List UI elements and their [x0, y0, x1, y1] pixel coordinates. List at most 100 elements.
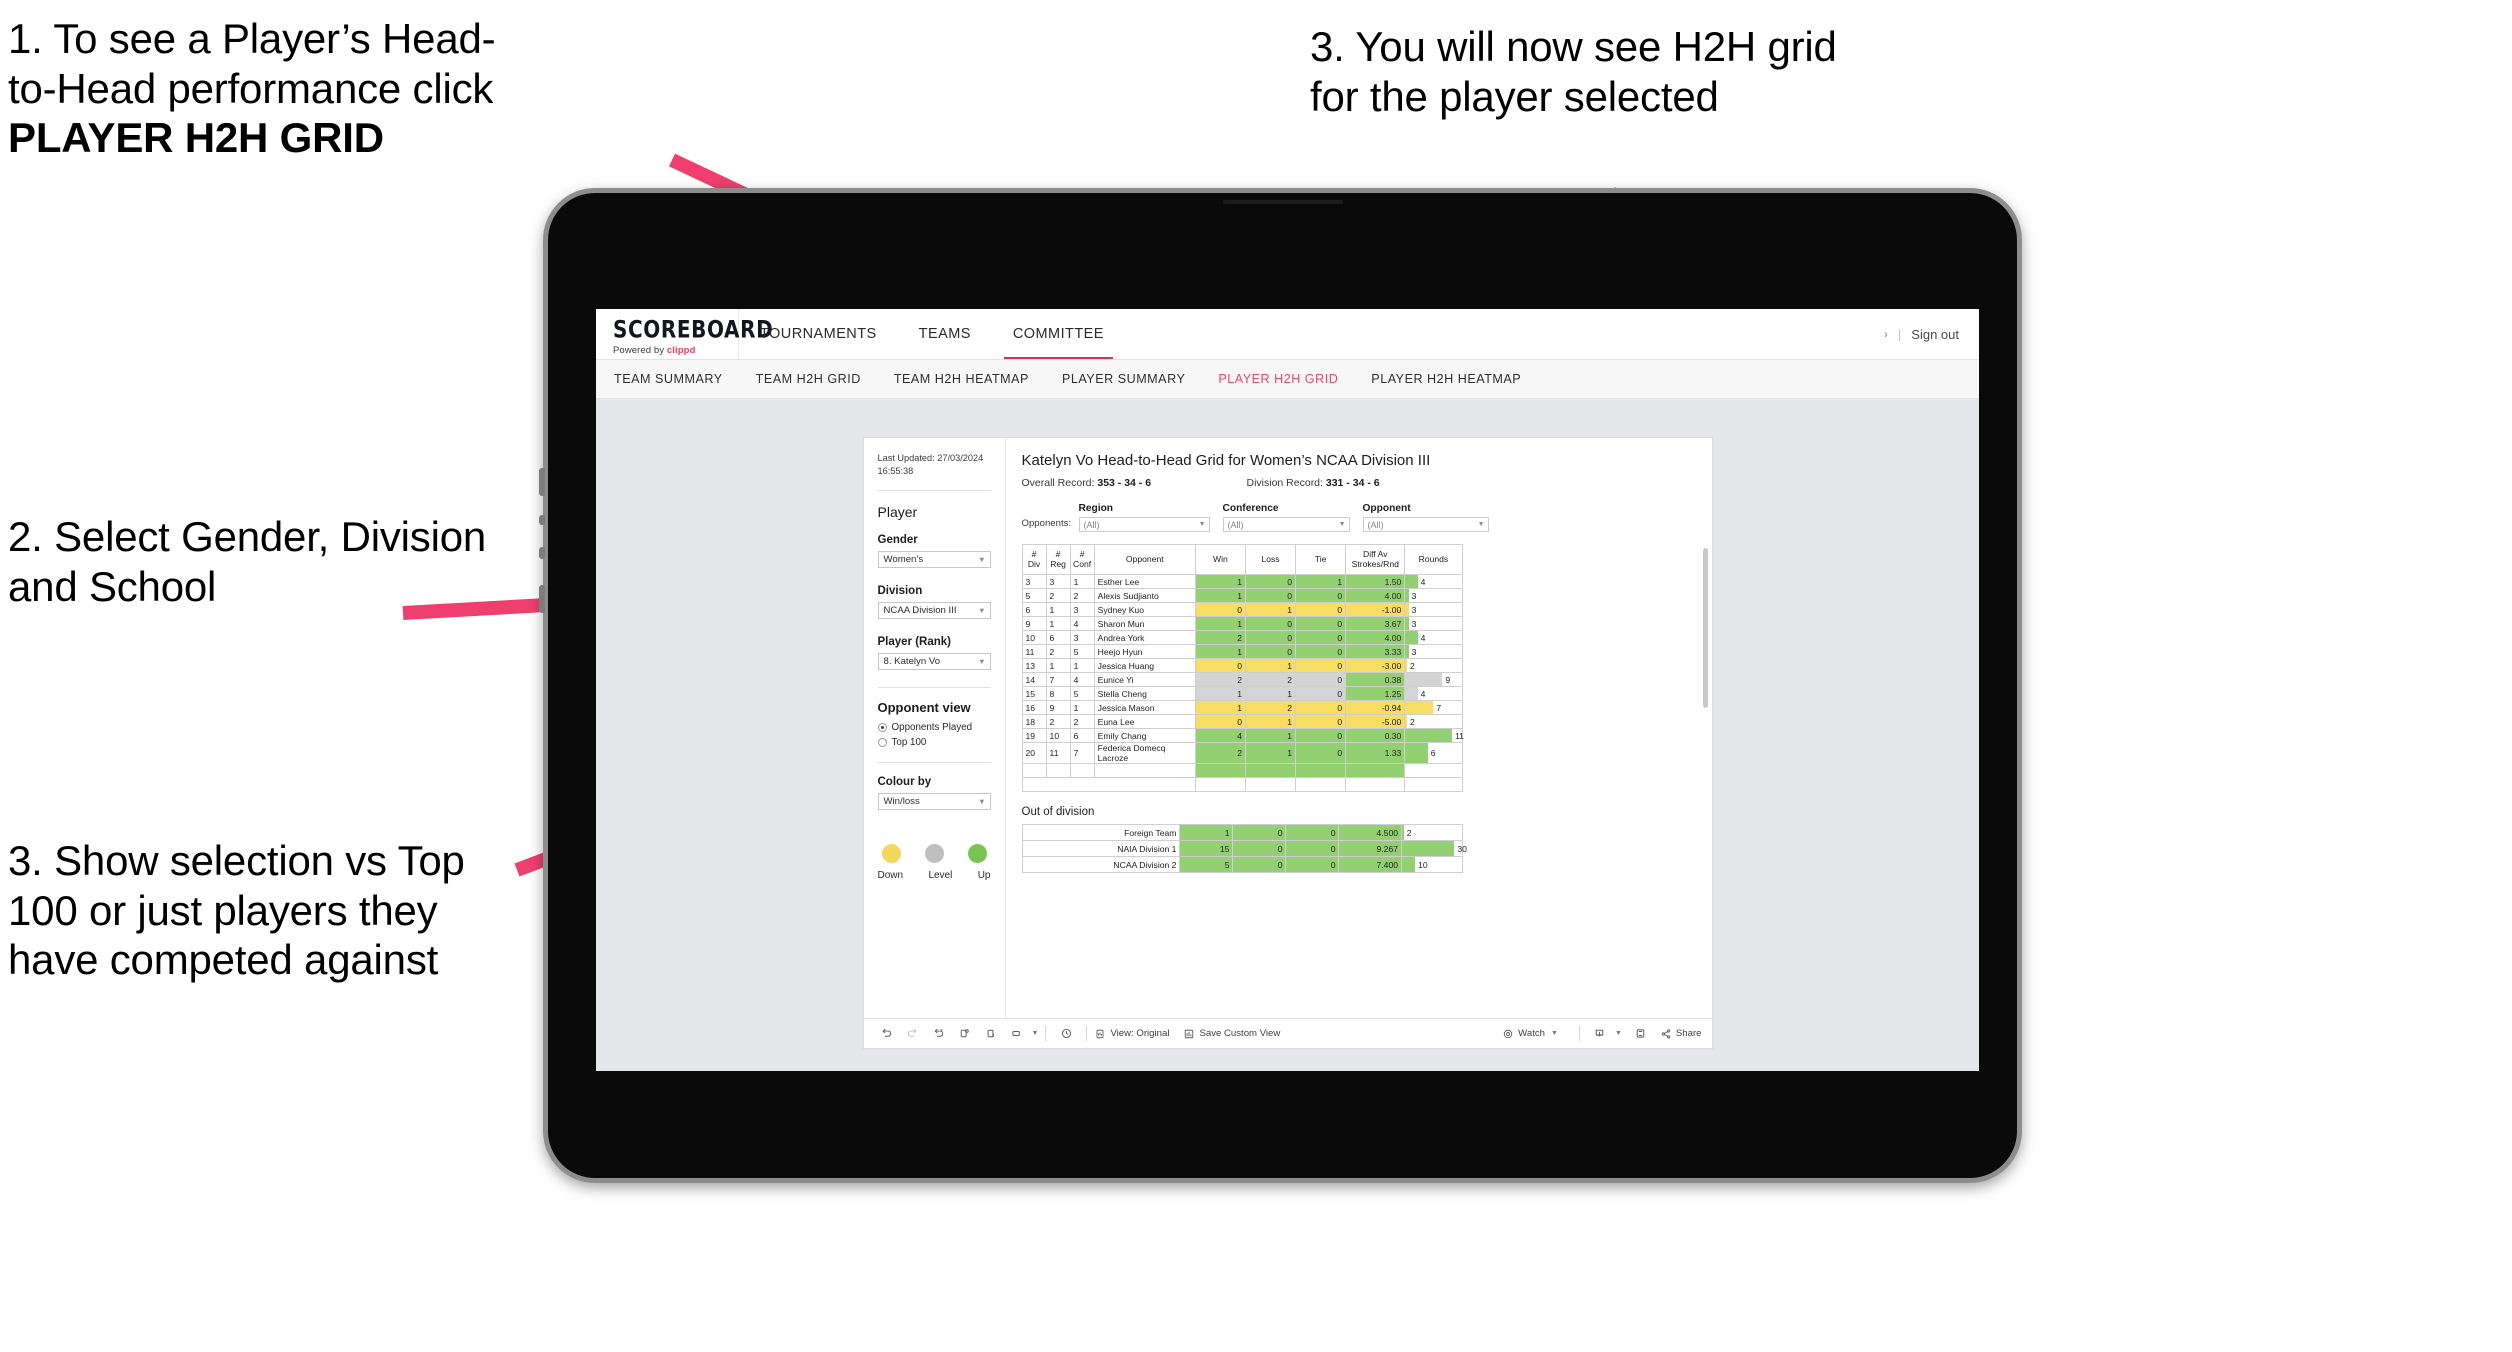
radio-opponents-played[interactable]: Opponents Played — [877, 722, 991, 733]
nav-item-teams[interactable]: TEAMS — [898, 309, 992, 359]
col-header-tie[interactable]: Tie — [1295, 544, 1347, 575]
cell-rounds: 3 — [1404, 644, 1463, 659]
tab-player-summary[interactable]: PLAYER SUMMARY — [1062, 372, 1185, 386]
rounds-value: 3 — [1411, 604, 1417, 615]
device-button-power[interactable] — [539, 468, 545, 496]
save-custom-view-button[interactable]: Save Custom View — [1183, 1028, 1280, 1040]
watch-button[interactable]: Watch ▼ — [1502, 1028, 1558, 1040]
cell-conf: 2 — [1069, 588, 1095, 603]
tab-team-h2h-grid[interactable]: TEAM H2H GRID — [756, 372, 861, 386]
tablet-screen: SCOREBOARD Powered by clippd TOURNAMENTS… — [596, 309, 1979, 1071]
nav-item-committee[interactable]: COMMITTEE — [992, 309, 1125, 359]
filter-conference-select[interactable]: (All) ▼ — [1222, 517, 1350, 532]
division-select[interactable]: NCAA Division III ▼ — [877, 601, 991, 619]
tab-team-summary[interactable]: TEAM SUMMARY — [614, 372, 723, 386]
cell-win: 0 — [1194, 658, 1246, 673]
out-of-division-row[interactable]: NCAA Division 2 5 0 0 7.400 10 — [1021, 856, 1463, 873]
table-row[interactable]: 11 2 5 Heejo Hyun 1 0 0 3.33 3 — [1021, 644, 1463, 659]
dashboard-canvas: Last Updated: 27/03/2024 16:55:38 Player… — [596, 399, 1979, 1049]
col-header-rounds[interactable]: Rounds — [1404, 544, 1463, 575]
table-row[interactable]: 13 1 1 Jessica Huang 0 1 0 -3.00 2 — [1021, 658, 1463, 673]
gender-select[interactable]: Women’s ▼ — [877, 550, 991, 568]
cell-win: 1 — [1194, 686, 1246, 701]
chevron-down-icon[interactable]: ▼ — [1032, 1030, 1039, 1037]
device-button-extra[interactable] — [539, 585, 545, 613]
table-row[interactable]: 20 11 7 Federica Domecq Lacroze 2 1 0 1.33 6 — [1021, 742, 1463, 764]
table-row-blank — [1021, 777, 1463, 792]
colour-by-value: Win/loss — [883, 795, 920, 807]
filter-region-select[interactable]: (All) ▼ — [1078, 517, 1210, 532]
cell-win: 2 — [1194, 672, 1246, 687]
share-button[interactable]: Share — [1660, 1028, 1702, 1040]
rounds-value: 7 — [1436, 702, 1442, 713]
table-row[interactable]: 14 7 4 Eunice Yi 2 2 0 0.38 9 — [1021, 672, 1463, 687]
refresh-icon[interactable] — [952, 1019, 978, 1049]
col-header-diff[interactable]: Diff Av Strokes/Rnd — [1345, 544, 1406, 575]
undo-icon[interactable] — [874, 1019, 900, 1049]
table-row[interactable]: 18 2 2 Euna Lee 0 1 0 -5.00 2 — [1021, 714, 1463, 729]
overall-record-label: Overall Record: — [1021, 477, 1098, 489]
cell-conf: 1 — [1069, 574, 1095, 589]
toolbar-divider-3 — [1578, 1026, 1580, 1041]
table-row[interactable]: 5 2 2 Alexis Sudjianto 1 0 0 4.00 3 — [1021, 588, 1463, 603]
table-row[interactable]: 6 1 3 Sydney Kuo 0 1 0 -1.00 3 — [1021, 602, 1463, 617]
last-updated-label: Last Updated: 27/03/2024 16:55:38 — [877, 453, 984, 477]
redo-icon[interactable] — [900, 1019, 926, 1049]
col-header-div[interactable]: # Div — [1021, 544, 1047, 575]
annotation-step-1: 1. To see a Player’s Head- to-Head perfo… — [8, 14, 753, 163]
brand-logo[interactable]: SCOREBOARD Powered by clippd — [596, 309, 774, 359]
fullscreen-icon[interactable] — [1628, 1019, 1654, 1049]
col-header-loss[interactable]: Loss — [1244, 544, 1297, 575]
cell-loss: 1 — [1244, 714, 1297, 729]
table-row[interactable]: 15 8 5 Stella Cheng 1 1 0 1.25 4 — [1021, 686, 1463, 701]
cell-opponent: Andrea York — [1093, 630, 1196, 645]
device-button-volume-up[interactable] — [539, 515, 545, 525]
tab-team-h2h-heatmap[interactable]: TEAM H2H HEATMAP — [894, 372, 1029, 386]
table-row[interactable]: 9 1 4 Sharon Mun 1 0 0 3.67 3 — [1021, 616, 1463, 631]
table-row[interactable]: 3 3 1 Esther Lee 1 0 1 1.50 4 — [1021, 574, 1463, 589]
filter-opponent-select[interactable]: (All) ▼ — [1362, 517, 1489, 532]
cell-conf: 1 — [1069, 700, 1095, 715]
rounds-value: 4 — [1420, 576, 1426, 587]
cell-loss: 1 — [1244, 686, 1297, 701]
brand-wordmark: SCOREBOARD — [613, 314, 774, 343]
col-header-opponent[interactable]: Opponent — [1093, 544, 1196, 575]
table-row[interactable]: 16 9 1 Jessica Mason 1 2 0 -0.94 7 — [1021, 700, 1463, 715]
clock-icon[interactable] — [1053, 1019, 1079, 1049]
chevron-right-icon[interactable]: › — [1884, 327, 1888, 341]
table-row[interactable]: 19 10 6 Emily Chang 4 1 0 0.30 11 — [1021, 728, 1464, 743]
player-rank-select[interactable]: 8. Katelyn Vo ▼ — [877, 652, 991, 670]
device-button-volume-down[interactable] — [539, 547, 545, 559]
grid-vertical-scrollbar[interactable] — [1702, 548, 1708, 708]
cell-tie: 0 — [1295, 742, 1347, 764]
nav-item-tournaments[interactable]: TOURNAMENTS — [739, 309, 898, 359]
out-of-division-row[interactable]: Foreign Team 1 0 0 4.500 2 — [1021, 824, 1463, 841]
col-header-win[interactable]: Win — [1194, 544, 1246, 575]
revert-icon[interactable] — [926, 1019, 952, 1049]
cell-rounds: 4 — [1404, 630, 1463, 645]
save-view-icon — [1185, 1029, 1194, 1038]
brand-tagline: Powered by clippd — [613, 345, 738, 356]
colour-by-select[interactable]: Win/loss ▼ — [877, 792, 991, 810]
cell-loss: 1 — [1244, 728, 1297, 743]
tab-player-h2h-heatmap[interactable]: PLAYER H2H HEATMAP — [1371, 372, 1521, 386]
view-original-button[interactable]: View: Original — [1094, 1028, 1169, 1040]
table-row[interactable]: 10 6 3 Andrea York 2 0 0 4.00 4 — [1021, 630, 1463, 645]
cell-tie: 0 — [1285, 856, 1340, 873]
annotation-1-line2: to-Head performance click — [8, 64, 494, 112]
col-header-conf[interactable]: # Conf — [1069, 544, 1095, 575]
device-layout-icon[interactable] — [1004, 1019, 1030, 1049]
legend-dot-up — [967, 843, 987, 863]
out-of-division-row[interactable]: NAIA Division 1 15 0 0 9.267 30 — [1021, 840, 1467, 857]
tab-player-h2h-grid[interactable]: PLAYER H2H GRID — [1218, 372, 1338, 386]
radio-top-100[interactable]: Top 100 — [877, 737, 991, 748]
overall-record-value: 353 - 34 - 6 — [1097, 477, 1152, 489]
cell-tie: 0 — [1295, 602, 1347, 617]
pause-icon[interactable] — [978, 1019, 1004, 1049]
col-header-reg[interactable]: # Reg — [1045, 544, 1071, 575]
cell-conf: 7 — [1069, 742, 1095, 764]
sign-out-link[interactable]: Sign out — [1911, 327, 1959, 342]
download-icon[interactable] — [1587, 1019, 1613, 1049]
opponent-filters: Opponents: Region (All) ▼ Conference (Al… — [1022, 503, 1694, 532]
chevron-down-icon[interactable]: ▼ — [1615, 1030, 1622, 1037]
